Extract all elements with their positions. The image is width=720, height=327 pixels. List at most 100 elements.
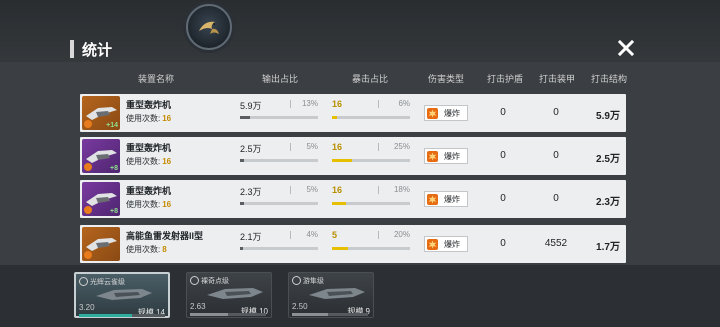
ship-class-icon	[190, 276, 199, 285]
weapon-thumbnail	[82, 227, 120, 261]
output-stat: 2.3万 5%	[240, 185, 318, 213]
armor-hits: 0	[553, 150, 559, 161]
output-stat: 2.1万 4%	[240, 230, 318, 258]
damage-type-badge: 爆炸	[424, 148, 468, 164]
weapon-thumbnail: +14	[82, 96, 120, 130]
output-value: 5.9万	[240, 101, 262, 111]
usage-count: 使用次数: 16	[126, 156, 171, 167]
page-title: 统计	[70, 36, 190, 62]
output-stat: 2.5万 5%	[240, 142, 318, 170]
rank-badge-icon	[84, 206, 92, 214]
damage-type-label: 爆炸	[444, 239, 460, 249]
armor-hits: 4552	[544, 238, 568, 249]
rank-badge-icon	[84, 120, 92, 128]
shield-hits: 0	[500, 193, 506, 204]
shield-hits: 0	[500, 238, 506, 249]
damage-type-badge: 爆炸	[424, 191, 468, 207]
ship-bar-fill	[79, 314, 133, 317]
output-value: 2.3万	[240, 187, 262, 197]
header-equipment: 装置名称	[137, 74, 174, 84]
armor-hits: 0	[553, 193, 559, 204]
crit-stat: 5 20%	[332, 230, 410, 258]
usage-label: 使用次数:	[126, 200, 161, 209]
output-bar-fill	[240, 159, 244, 162]
ship-bar-fill	[292, 313, 329, 316]
divider	[378, 100, 379, 108]
usage-value: 16	[162, 157, 172, 166]
header-crit: 暴击占比	[351, 74, 388, 84]
output-stat: 5.9万 13%	[240, 99, 318, 127]
rank-badge-icon	[84, 251, 92, 259]
crit-bar-track	[332, 247, 410, 250]
rank-badge-icon	[84, 163, 92, 171]
ship-class-icon	[79, 277, 88, 286]
usage-value: 16	[162, 114, 172, 123]
usage-value: 8	[162, 245, 167, 254]
output-bar-fill	[240, 247, 244, 250]
crit-percent: 20%	[393, 230, 410, 239]
page-title-text: 统计	[82, 41, 113, 59]
usage-count: 使用次数: 16	[126, 199, 171, 210]
explosion-icon	[427, 193, 438, 205]
divider	[378, 231, 379, 239]
weapon-name: 高能鱼雷发射器II型	[126, 231, 204, 241]
output-value: 2.5万	[240, 144, 262, 154]
close-icon	[618, 40, 634, 56]
table-row[interactable]: 高能鱼雷发射器II型 使用次数: 8 2.1万 4% 5 20% 爆炸 0 4552 1.7万	[80, 225, 626, 263]
output-bar-fill	[240, 202, 244, 205]
damage-type-badge: 爆炸	[424, 105, 468, 121]
structure-hits: 1.7万	[596, 242, 620, 253]
table-row[interactable]: +8 重型轰炸机使用次数: 16 2.5万 5% 16 25% 爆炸 0 0 2.5万	[80, 137, 626, 175]
weapon-name: 重型轰炸机	[126, 143, 172, 153]
table-row[interactable]: +14 重型轰炸机 使用次数: 16 5.9万 13% 16 6% 爆炸 0 0 5.9万	[80, 94, 626, 132]
explosion-icon	[427, 107, 438, 119]
ship-card[interactable]: 光辉云雀级 3.20 规模.14	[74, 272, 170, 318]
usage-value: 16	[162, 200, 172, 209]
shield-hits: 0	[500, 107, 506, 118]
output-bar-track	[240, 247, 318, 250]
header-damage-type: 伤害类型	[427, 74, 464, 84]
table-row[interactable]: +8 重型轰炸机 使用次数: 16 2.3万 5% 16 18% 爆炸 0 0 2.3万	[80, 180, 626, 218]
divider	[290, 186, 291, 194]
output-percent: 4%	[306, 230, 318, 239]
close-button[interactable]	[616, 38, 636, 58]
shield-hits: 0	[500, 150, 506, 161]
structure-hits: 2.5万	[596, 154, 620, 165]
upgrade-level: +8	[110, 208, 118, 215]
weapon-name: 重型轰炸机	[126, 100, 172, 110]
crit-bar-fill	[332, 247, 348, 250]
crit-bar-track	[332, 116, 410, 119]
bird-emblem-icon	[186, 4, 232, 50]
ship-card[interactable]: 游隼级 2.50 规模.9	[288, 272, 374, 318]
armor-hits: 0	[553, 107, 559, 118]
crit-percent: 6%	[398, 99, 410, 108]
crit-value: 16	[332, 185, 343, 195]
damage-type-badge: 爆炸	[424, 236, 468, 252]
crit-percent: 25%	[393, 142, 410, 151]
crit-bar-track	[332, 202, 410, 205]
usage-label: 使用次数:	[126, 114, 161, 123]
crit-bar-track	[332, 159, 410, 162]
ship-card[interactable]: 裸奇点级 2.63 规模.10	[186, 272, 272, 318]
damage-type-label: 爆炸	[444, 108, 460, 118]
output-bar-fill	[240, 116, 251, 119]
structure-hits: 5.9万	[596, 111, 620, 122]
divider	[378, 143, 379, 151]
output-bar-track	[240, 116, 318, 119]
usage-count: 使用次数: 16	[126, 113, 171, 124]
crit-value: 5	[332, 230, 338, 240]
crit-bar-fill	[332, 202, 347, 205]
output-bar-track	[240, 159, 318, 162]
damage-type-label: 爆炸	[444, 151, 460, 161]
usage-count: 使用次数: 8	[126, 244, 167, 255]
damage-type-label: 爆炸	[444, 194, 460, 204]
weapon-thumbnail: +8	[82, 139, 120, 173]
structure-hits: 2.3万	[596, 197, 620, 208]
crit-stat: 16 6%	[332, 99, 410, 127]
header-armor: 打击装甲	[538, 74, 575, 84]
weapon-name: 重型轰炸机	[126, 186, 172, 196]
explosion-icon	[427, 150, 438, 162]
crit-value: 16	[332, 142, 343, 152]
ship-rating: 2.63	[190, 302, 206, 311]
header-output: 输出占比	[261, 74, 298, 84]
